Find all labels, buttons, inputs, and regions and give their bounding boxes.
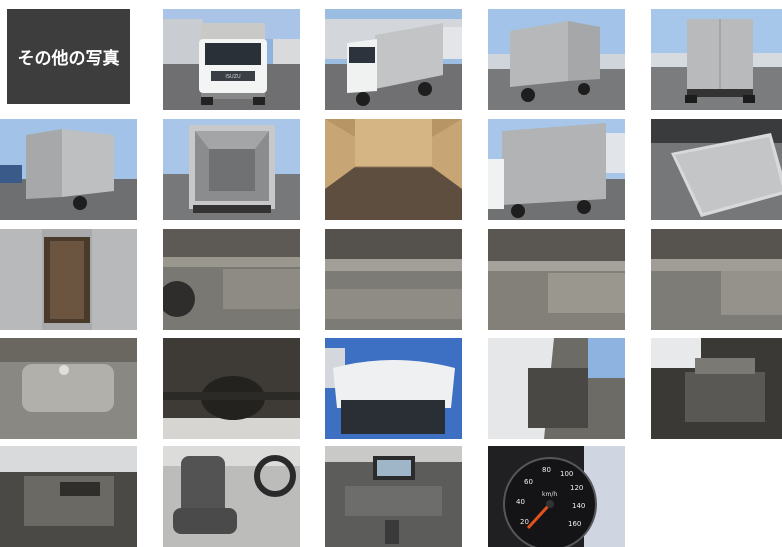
photo-tail-lift-platform[interactable]: [651, 119, 782, 220]
gallery-title: その他の写真: [7, 9, 130, 104]
speedometer-tick-20: 20: [520, 518, 529, 526]
speedometer-tick-160: 160: [568, 520, 581, 528]
photo-dashboard-navigation[interactable]: [325, 446, 462, 547]
photo-cab-roof-view[interactable]: [325, 338, 462, 439]
photo-chassis-underside-mid[interactable]: [325, 229, 462, 330]
speedometer-tick-40: 40: [516, 498, 525, 506]
photo-cargo-box-rear-open[interactable]: [163, 119, 300, 220]
photo-truck-rear-left-view[interactable]: [488, 9, 625, 110]
photo-engine-closeup[interactable]: [0, 446, 137, 547]
photo-fuel-tank[interactable]: [0, 338, 137, 439]
speedometer-tick-100: 100: [560, 470, 573, 478]
speedometer-tick-80: 80: [542, 466, 551, 474]
photo-truck-right-side-view[interactable]: [488, 119, 625, 220]
photo-chassis-underside-rear[interactable]: [651, 229, 782, 330]
photo-truck-front-left-view[interactable]: [325, 9, 462, 110]
speedometer-tick-120: 120: [570, 484, 583, 492]
truck-brand-label: ISUZU: [225, 74, 241, 80]
photo-chassis-underside-frame[interactable]: [488, 229, 625, 330]
photo-engine-bay[interactable]: [651, 338, 782, 439]
photo-truck-rear-left-angle[interactable]: [0, 119, 137, 220]
photo-truck-rear-view[interactable]: [651, 9, 782, 110]
photo-chassis-underside-front[interactable]: [163, 229, 300, 330]
photo-gallery: その他の写真 ISUZU 20 40 60 80 100 120 140 160…: [0, 0, 782, 547]
photo-cargo-box-interior[interactable]: [325, 119, 462, 220]
speedometer-tick-140: 140: [572, 502, 585, 510]
photo-speedometer[interactable]: 20 40 60 80 100 120 140 160 km/h: [488, 446, 625, 547]
speedometer-unit: km/h: [542, 491, 557, 498]
photo-rear-differential[interactable]: [163, 338, 300, 439]
photo-cab-tilted-side[interactable]: [488, 338, 625, 439]
photo-cargo-side-door-open[interactable]: [0, 229, 137, 330]
photo-truck-front-view[interactable]: ISUZU: [163, 9, 300, 110]
photo-driver-seat[interactable]: [163, 446, 300, 547]
gallery-title-text: その他の写真: [17, 49, 120, 69]
speedometer-tick-60: 60: [524, 478, 533, 486]
